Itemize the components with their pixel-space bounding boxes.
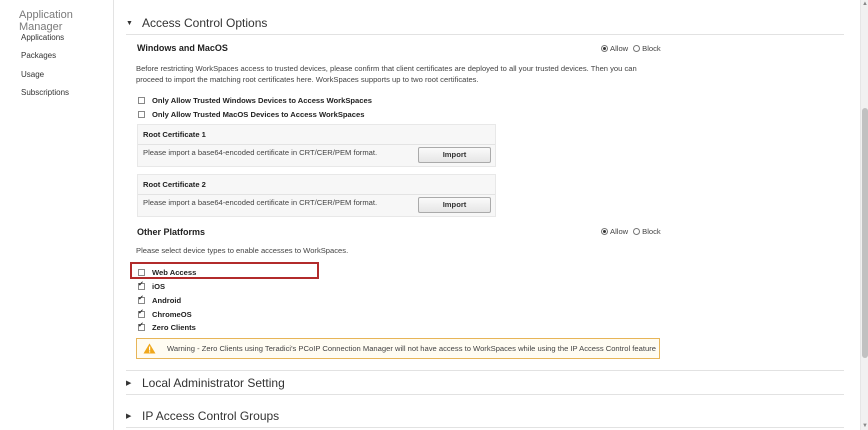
root-certificate-2-title: Root Certificate 2 xyxy=(143,180,206,189)
divider xyxy=(138,144,495,145)
import-certificate-1-button[interactable]: Import xyxy=(418,147,491,163)
ios-label: iOS xyxy=(152,282,166,291)
import-certificate-2-button[interactable]: Import xyxy=(418,197,491,213)
caret-down-icon: ▼ xyxy=(126,19,133,27)
web-access-label: Web Access xyxy=(152,268,197,277)
sidebar-item-subscriptions[interactable]: Subscriptions xyxy=(21,88,69,97)
trusted-windows-option[interactable]: Only Allow Trusted Windows Devices to Ac… xyxy=(138,96,372,105)
sidebar: Application Manager Applications Package… xyxy=(0,0,114,430)
trusted-windows-checkbox[interactable] xyxy=(138,97,145,104)
zero-clients-warning: Warning - Zero Clients using Teradici's … xyxy=(136,338,660,359)
device-option-android[interactable]: Android xyxy=(138,294,182,305)
block-label: Block xyxy=(642,227,661,236)
other-platforms-title: Other Platforms xyxy=(137,227,206,237)
device-option-ios[interactable]: iOS xyxy=(138,280,166,291)
warning-text: Warning - Zero Clients using Teradici's … xyxy=(167,344,656,353)
section-divider xyxy=(126,34,844,35)
scroll-up-icon[interactable]: ▲ xyxy=(861,0,868,8)
chromeos-label: ChromeOS xyxy=(152,310,192,319)
root-certificate-2-description: Please import a base64-encoded certifica… xyxy=(143,198,378,207)
trusted-macos-label: Only Allow Trusted MacOS Devices to Acce… xyxy=(152,110,365,119)
root-certificate-1-title: Root Certificate 1 xyxy=(143,130,206,139)
trusted-macos-checkbox[interactable] xyxy=(138,111,145,118)
root-certificate-1-panel: Root Certificate 1 Please import a base6… xyxy=(137,124,496,167)
sidebar-item-usage[interactable]: Usage xyxy=(21,70,44,79)
ios-checkbox[interactable] xyxy=(138,280,145,290)
section-title: Local Administrator Setting xyxy=(142,376,285,390)
trusted-macos-option[interactable]: Only Allow Trusted MacOS Devices to Acce… xyxy=(138,110,364,119)
windows-macos-radio-group: Allow Block xyxy=(601,44,666,53)
warning-icon xyxy=(143,343,156,354)
access-control-options-header[interactable]: ▼ Access Control Options xyxy=(126,13,267,33)
windows-macos-description: Before restricting WorkSpaces access to … xyxy=(136,63,756,85)
section-divider xyxy=(126,370,844,371)
scroll-thumb[interactable] xyxy=(862,108,868,358)
sidebar-item-applications[interactable]: Applications xyxy=(21,33,64,42)
other-platforms-block-radio[interactable] xyxy=(633,228,641,235)
description-line: Before restricting WorkSpaces access to … xyxy=(136,64,637,73)
android-label: Android xyxy=(152,296,182,305)
divider xyxy=(138,194,495,195)
scroll-down-icon[interactable]: ▼ xyxy=(861,422,868,430)
section-title: IP Access Control Groups xyxy=(142,409,280,423)
android-checkbox[interactable] xyxy=(138,294,145,304)
caret-right-icon: ▶ xyxy=(126,413,132,420)
section-divider xyxy=(126,394,844,395)
section-divider xyxy=(126,427,844,428)
zero-clients-label: Zero Clients xyxy=(152,323,196,332)
caret-right-icon: ▶ xyxy=(126,380,132,387)
sidebar-item-packages[interactable]: Packages xyxy=(21,51,56,60)
block-label: Block xyxy=(642,44,661,53)
windows-macos-title: Windows and MacOS xyxy=(137,43,228,53)
other-platforms-allow-radio[interactable] xyxy=(601,228,608,235)
other-platforms-radio-group: Allow Block xyxy=(601,227,666,236)
device-option-web-access[interactable]: Web Access xyxy=(138,268,196,277)
main-content: ▼ Access Control Options Windows and Mac… xyxy=(114,0,860,430)
root-certificate-1-description: Please import a base64-encoded certifica… xyxy=(143,148,378,157)
other-platforms-description: Please select device types to enable acc… xyxy=(136,246,349,255)
device-option-chromeos[interactable]: ChromeOS xyxy=(138,308,192,319)
root-certificate-2-panel: Root Certificate 2 Please import a base6… xyxy=(137,174,496,217)
windows-macos-allow-radio[interactable] xyxy=(601,45,608,52)
vertical-scrollbar[interactable]: ▲ ▼ xyxy=(860,0,868,430)
zero-clients-checkbox[interactable] xyxy=(138,321,145,331)
description-line: proceed to import the matching root cert… xyxy=(136,75,479,84)
chromeos-checkbox[interactable] xyxy=(138,308,145,318)
ip-access-control-groups-header[interactable]: ▶ IP Access Control Groups xyxy=(126,406,279,426)
web-access-checkbox[interactable] xyxy=(138,269,145,276)
trusted-windows-label: Only Allow Trusted Windows Devices to Ac… xyxy=(152,96,372,105)
device-option-zero-clients[interactable]: Zero Clients xyxy=(138,321,196,332)
local-administrator-setting-header[interactable]: ▶ Local Administrator Setting xyxy=(126,373,285,393)
allow-label: Allow xyxy=(610,227,629,236)
windows-macos-block-radio[interactable] xyxy=(633,45,641,52)
sidebar-title: Application Manager xyxy=(19,9,73,33)
allow-label: Allow xyxy=(610,44,629,53)
section-title: Access Control Options xyxy=(142,16,268,30)
